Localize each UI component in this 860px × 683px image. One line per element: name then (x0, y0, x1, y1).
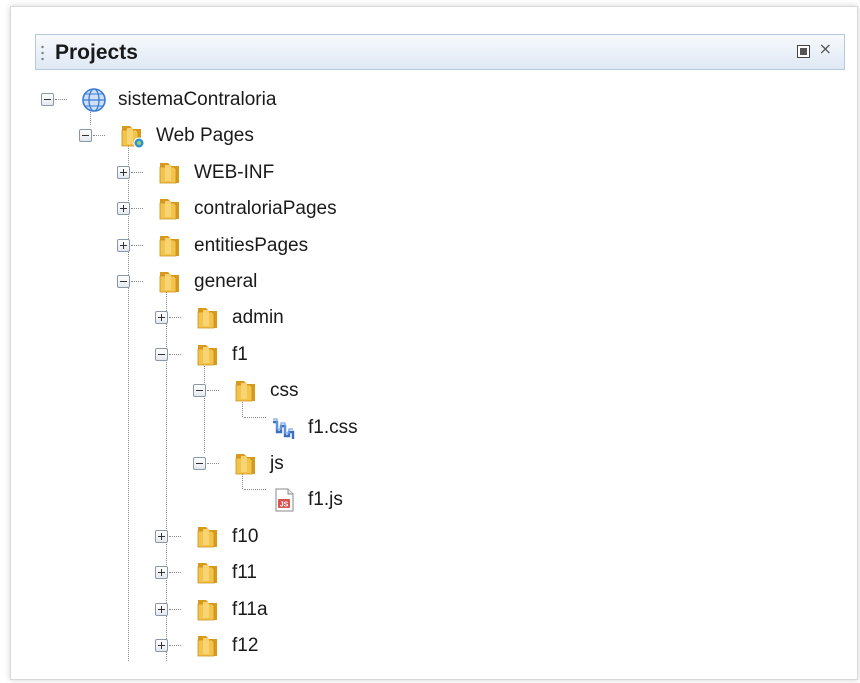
expand-node-icon[interactable] (155, 566, 168, 579)
projects-window: Projects ⨯ sistemaContraloria Web Pages … (10, 6, 858, 680)
folder-icon (156, 232, 184, 260)
tree-node[interactable]: f11 (11, 558, 831, 588)
tree-connector (93, 135, 105, 136)
tree-node[interactable]: css (11, 376, 831, 406)
folder-icon (194, 523, 222, 551)
expand-node-icon[interactable] (155, 530, 168, 543)
folder-icon (156, 268, 184, 296)
tree-connector (55, 99, 67, 100)
tree-connector (131, 208, 143, 209)
tree-node-label: f1 (232, 344, 248, 365)
tree-connector (131, 172, 143, 173)
tree-connector (207, 463, 219, 464)
expand-node-icon[interactable] (155, 603, 168, 616)
collapse-node-icon[interactable] (155, 348, 168, 361)
tree-node-label: f10 (232, 526, 259, 547)
tree-connector (169, 572, 181, 573)
css-file-icon (270, 414, 298, 442)
svg-text:JS: JS (280, 502, 289, 509)
expand-node-icon[interactable] (117, 239, 130, 252)
tree-node[interactable]: entitiesPages (11, 231, 831, 261)
tree-node[interactable]: f10 (11, 522, 831, 552)
tree-node-label: f12 (232, 635, 259, 656)
tree-node[interactable]: WEB-INF (11, 158, 831, 188)
folder-icon (232, 450, 260, 478)
folder-icon (194, 632, 222, 660)
tree-connector (169, 354, 181, 355)
folder-icon (194, 596, 222, 624)
tree-node-label: general (194, 271, 258, 292)
expand-node-icon[interactable] (155, 639, 168, 652)
folder-icon (194, 304, 222, 332)
tree-connector (169, 536, 181, 537)
expand-node-icon[interactable] (155, 311, 168, 324)
collapse-node-icon[interactable] (41, 93, 54, 106)
folder-icon (194, 559, 222, 587)
tree-node[interactable]: Web Pages (11, 121, 831, 151)
tree-connector (169, 609, 181, 610)
tree-node-label: js (270, 453, 284, 474)
folder-icon (156, 195, 184, 223)
tree-node-label: f11 (232, 562, 258, 583)
collapse-node-icon[interactable] (193, 384, 206, 397)
collapse-node-icon[interactable] (79, 129, 92, 142)
folder-icon (156, 159, 184, 187)
collapse-node-icon[interactable] (117, 275, 130, 288)
tree-node-label: f11a (232, 599, 268, 620)
tree-node-label: f1.css (308, 417, 358, 438)
tree-node[interactable]: contraloriaPages (11, 194, 831, 224)
tree-node-label: f1.js (308, 489, 343, 510)
tree-node-label: WEB-INF (194, 162, 275, 183)
tree-node[interactable]: f11a (11, 595, 831, 625)
tree-node[interactable]: f1.css (11, 413, 831, 443)
tree-node-label: sistemaContraloria (118, 89, 277, 110)
js-file-icon: JS (270, 486, 298, 514)
tree-node[interactable]: sistemaContraloria (11, 85, 831, 115)
tree-node[interactable]: f1 (11, 340, 831, 370)
globe-project-icon (80, 86, 108, 114)
tree-connector (207, 390, 219, 391)
tree-node[interactable]: JS f1.js (11, 485, 831, 515)
tree-node-label: css (270, 380, 299, 401)
expand-node-icon[interactable] (117, 202, 130, 215)
tree-node-label: Web Pages (156, 125, 254, 146)
web-pages-folder-icon (118, 122, 146, 150)
tree-node-label: contraloriaPages (194, 198, 337, 219)
tree-node[interactable]: general (11, 267, 831, 297)
expand-node-icon[interactable] (117, 166, 130, 179)
tree-connector (131, 281, 143, 282)
tree-connector (169, 645, 181, 646)
tree-node-label: entitiesPages (194, 235, 309, 256)
folder-icon (194, 341, 222, 369)
tree-node[interactable]: admin (11, 303, 831, 333)
tree-node[interactable]: js (11, 449, 831, 479)
tree-connector (131, 245, 143, 246)
collapse-node-icon[interactable] (193, 457, 206, 470)
project-tree: sistemaContraloria Web Pages WEB-INF con… (11, 7, 857, 679)
folder-icon (232, 377, 260, 405)
tree-node-label: admin (232, 307, 284, 328)
tree-node[interactable]: f12 (11, 631, 831, 661)
tree-connector (169, 317, 181, 318)
